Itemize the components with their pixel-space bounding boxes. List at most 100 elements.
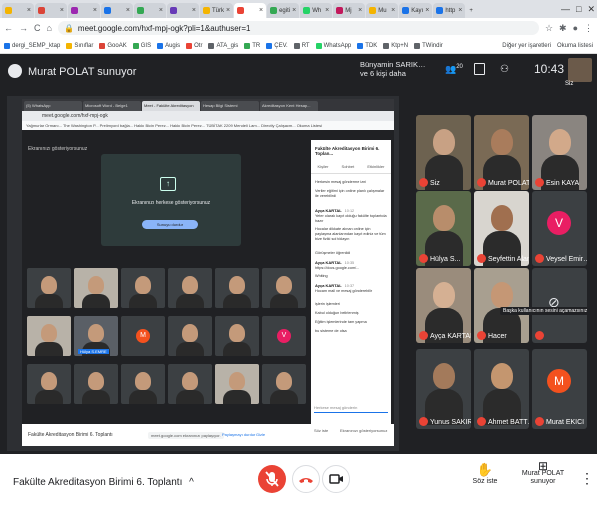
tab-close-icon[interactable]: × — [192, 7, 196, 14]
bookmark-folder[interactable]: Okuma listesi — [557, 43, 593, 49]
chat-input: Herkese mesaj gönderin — [314, 405, 388, 413]
bookmark-item[interactable]: ATA_gis — [208, 42, 238, 49]
bookmark-item[interactable]: GIS — [132, 42, 151, 49]
tab-favicon-icon — [38, 7, 45, 14]
participant-tile[interactable]: Esin KAYA — [532, 115, 587, 190]
tab-close-icon[interactable]: × — [292, 7, 296, 14]
top-participant-summary[interactable]: Bünyamin SARIK… ve 6 kişi daha — [360, 60, 425, 78]
bookmark-item[interactable]: Ktp+N — [383, 42, 408, 49]
bookmark-icon — [208, 42, 215, 49]
browser-tab[interactable]: × — [2, 3, 34, 18]
participant-name: Murat EKICI — [546, 419, 585, 426]
bookmark-item[interactable]: TR — [244, 42, 260, 49]
bookmark-item[interactable]: dergi_SEMP_ktap — [4, 42, 60, 49]
self-thumbnail[interactable] — [568, 58, 592, 82]
browser-tab[interactable]: × — [35, 3, 67, 18]
browser-tab[interactable]: × — [101, 3, 133, 18]
mic-muted-icon — [535, 417, 544, 426]
present-button[interactable]: ⊞ Murat POLAT sunuyor — [520, 460, 566, 486]
tab-close-icon[interactable]: × — [259, 7, 263, 14]
browser-tab[interactable]: egiti × — [267, 3, 300, 18]
tab-close-icon[interactable]: × — [60, 7, 64, 14]
chat-message: Whiting — [315, 274, 387, 279]
bookmark-folder[interactable]: Diğer yer işaretleri — [502, 43, 551, 49]
extensions-icon[interactable]: ✱ — [559, 23, 567, 34]
shared-tile-avatar: V — [277, 329, 291, 343]
bookmark-label: GooAK — [107, 42, 127, 49]
tab-close-icon[interactable]: × — [93, 7, 97, 14]
participants-button[interactable]: 👥20 — [445, 64, 463, 75]
browser-tab[interactable]: Wh × — [300, 3, 333, 18]
participant-tile[interactable]: ⊘ — [532, 268, 587, 343]
bookmark-item[interactable]: RT — [293, 42, 310, 49]
bookmark-item[interactable]: Sınıflar — [66, 42, 93, 49]
participant-tile[interactable]: Hülya S... — [416, 191, 471, 266]
menu-icon[interactable]: ⋮ — [584, 23, 593, 34]
tab-favicon-icon — [5, 7, 12, 14]
tab-close-icon[interactable]: × — [391, 7, 395, 14]
leave-call-button[interactable] — [292, 465, 320, 493]
bookmark-item[interactable]: GooAK — [99, 42, 127, 49]
participant-tile[interactable]: Hacer — [474, 268, 529, 343]
participant-tile[interactable]: M Murat EKICI — [532, 349, 587, 429]
browser-tab[interactable]: × — [68, 3, 100, 18]
browser-tab[interactable]: × — [234, 3, 267, 18]
minimize-icon[interactable]: — — [561, 4, 570, 14]
shared-participant-tile — [262, 268, 306, 308]
participant-body — [270, 294, 298, 308]
close-icon[interactable]: ✕ — [587, 4, 595, 15]
tab-close-icon[interactable]: × — [425, 7, 429, 14]
star-icon[interactable]: ☆ — [545, 23, 553, 34]
browser-tab[interactable]: Mj × — [333, 3, 366, 18]
forward-icon[interactable]: → — [19, 23, 28, 33]
camera-button[interactable] — [322, 465, 350, 493]
home-icon[interactable]: ⌂ — [47, 23, 52, 33]
bookmark-item[interactable]: Augis — [157, 42, 180, 49]
shared-participant-tile: V — [262, 316, 306, 356]
tab-close-icon[interactable]: × — [27, 7, 31, 14]
browser-tab[interactable]: Türk × — [200, 3, 234, 18]
participant-tile[interactable]: Yunus SAKIR… — [416, 349, 471, 429]
bookmark-item[interactable]: ÇEV. — [266, 42, 288, 49]
participant-name: Veysel Emir… — [546, 256, 587, 263]
tab-close-icon[interactable]: × — [226, 7, 230, 14]
tab-close-icon[interactable]: × — [458, 7, 462, 14]
browser-tab[interactable]: Mu × — [366, 3, 399, 18]
participant-tile[interactable]: Ahmet BATT… — [474, 349, 529, 429]
participant-tile[interactable]: V Veysel Emir… — [532, 191, 587, 266]
activities-icon[interactable]: ⚇ — [500, 64, 509, 75]
more-options-icon[interactable]: ⋮ — [580, 470, 594, 487]
bookmark-item[interactable]: WhatsApp — [315, 42, 351, 49]
maximize-icon[interactable]: □ — [576, 4, 581, 14]
participant-tile[interactable]: Ayça KARTAL — [416, 268, 471, 343]
lock-icon: 🔒 — [63, 23, 74, 33]
reload-icon[interactable]: C — [34, 23, 41, 33]
browser-tab[interactable]: × — [167, 3, 199, 18]
tab-close-icon[interactable]: × — [126, 7, 130, 14]
url-field[interactable]: 🔒 meet.google.com/hxf-mpj-ogk?pli=1&auth… — [57, 21, 539, 35]
participant-tile[interactable]: Murat POLAT — [474, 115, 529, 190]
microphone-button[interactable] — [258, 465, 286, 493]
new-tab-button[interactable]: + — [466, 3, 498, 18]
participant-head — [229, 324, 245, 342]
bookmark-item[interactable]: TWindir — [414, 42, 443, 49]
meeting-details-button[interactable]: Fakülte Akreditasyon Birimi 6. Toplantı … — [13, 477, 194, 488]
bookmark-icon — [357, 42, 364, 49]
tab-close-icon[interactable]: × — [325, 7, 329, 14]
participant-tile[interactable]: Seyfettin Alan — [474, 191, 529, 266]
participant-tile[interactable]: Siz — [416, 115, 471, 190]
browser-tab[interactable]: http × — [433, 3, 466, 18]
raise-hand-button[interactable]: ✋ Söz iste — [470, 462, 500, 485]
bookmark-item[interactable]: TDK — [357, 42, 377, 49]
profile-icon[interactable]: ● — [573, 23, 578, 33]
tab-close-icon[interactable]: × — [358, 7, 362, 14]
tab-close-icon[interactable]: × — [159, 7, 163, 14]
participant-head — [135, 372, 151, 390]
bookmark-item[interactable]: Otr — [186, 42, 202, 49]
bookmarks-bar: dergi_SEMP_ktap Sınıflar GooAK GIS Augis Otr A… — [0, 38, 597, 54]
chat-icon[interactable] — [474, 63, 485, 75]
browser-tab[interactable]: Kayı × — [399, 3, 433, 18]
shared-browser-tab: (5) WhatsApp — [24, 101, 82, 111]
back-icon[interactable]: ← — [4, 23, 13, 33]
browser-tab[interactable]: × — [134, 3, 166, 18]
